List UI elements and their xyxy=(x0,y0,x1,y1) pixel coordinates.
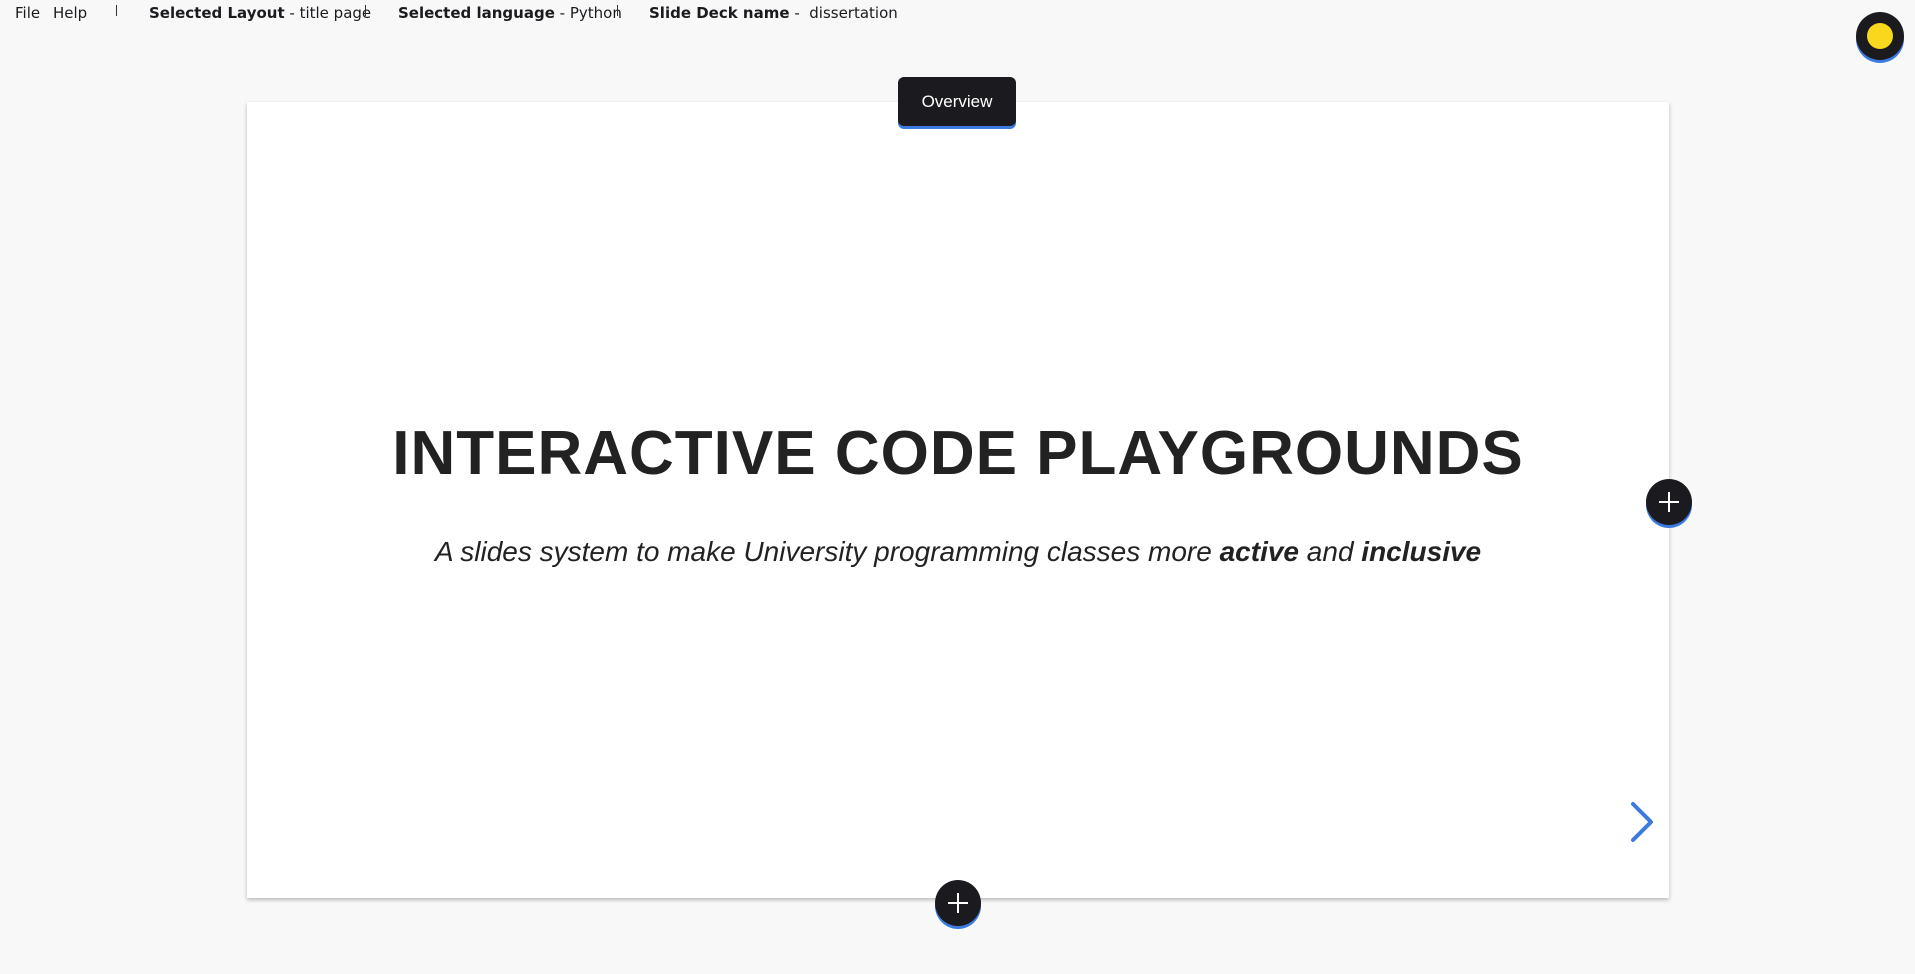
subtitle-text: A slides system to make University progr… xyxy=(434,536,1220,567)
plus-icon xyxy=(1659,492,1679,512)
selected-layout-info: Selected Layout - title page xyxy=(149,4,371,22)
subtitle-emphasis-active: active xyxy=(1219,536,1300,567)
slide-title: INTERACTIVE CODE PLAYGROUNDS xyxy=(392,419,1524,488)
separator xyxy=(365,5,366,16)
plus-icon xyxy=(948,893,968,913)
separator xyxy=(116,5,117,16)
selected-layout-value: - title page xyxy=(284,4,372,22)
slide-deck-name-label: Slide Deck name xyxy=(649,4,790,22)
file-menu[interactable]: File xyxy=(15,4,40,22)
next-slide-chevron-right-icon[interactable] xyxy=(1627,800,1657,844)
sun-icon xyxy=(1867,23,1893,49)
selected-layout-label: Selected Layout xyxy=(149,4,285,22)
selected-language-label: Selected language xyxy=(398,4,555,22)
slide-deck-name-info: Slide Deck name - dissertation xyxy=(649,4,898,22)
help-menu[interactable]: Help xyxy=(53,4,87,22)
slide-subtitle: A slides system to make University progr… xyxy=(247,536,1669,568)
subtitle-text: and xyxy=(1299,536,1362,567)
theme-toggle-button[interactable] xyxy=(1856,12,1904,60)
add-slide-right-button[interactable] xyxy=(1646,479,1692,525)
slide-canvas xyxy=(247,102,1669,898)
separator xyxy=(617,5,618,16)
subtitle-emphasis-inclusive: inclusive xyxy=(1361,536,1482,567)
selected-language-value: - Python xyxy=(554,4,622,22)
slide-deck-name-value: - dissertation xyxy=(789,4,898,22)
add-slide-below-button[interactable] xyxy=(935,880,981,926)
overview-button[interactable]: Overview xyxy=(898,77,1016,126)
selected-language-info: Selected language - Python xyxy=(398,4,622,22)
